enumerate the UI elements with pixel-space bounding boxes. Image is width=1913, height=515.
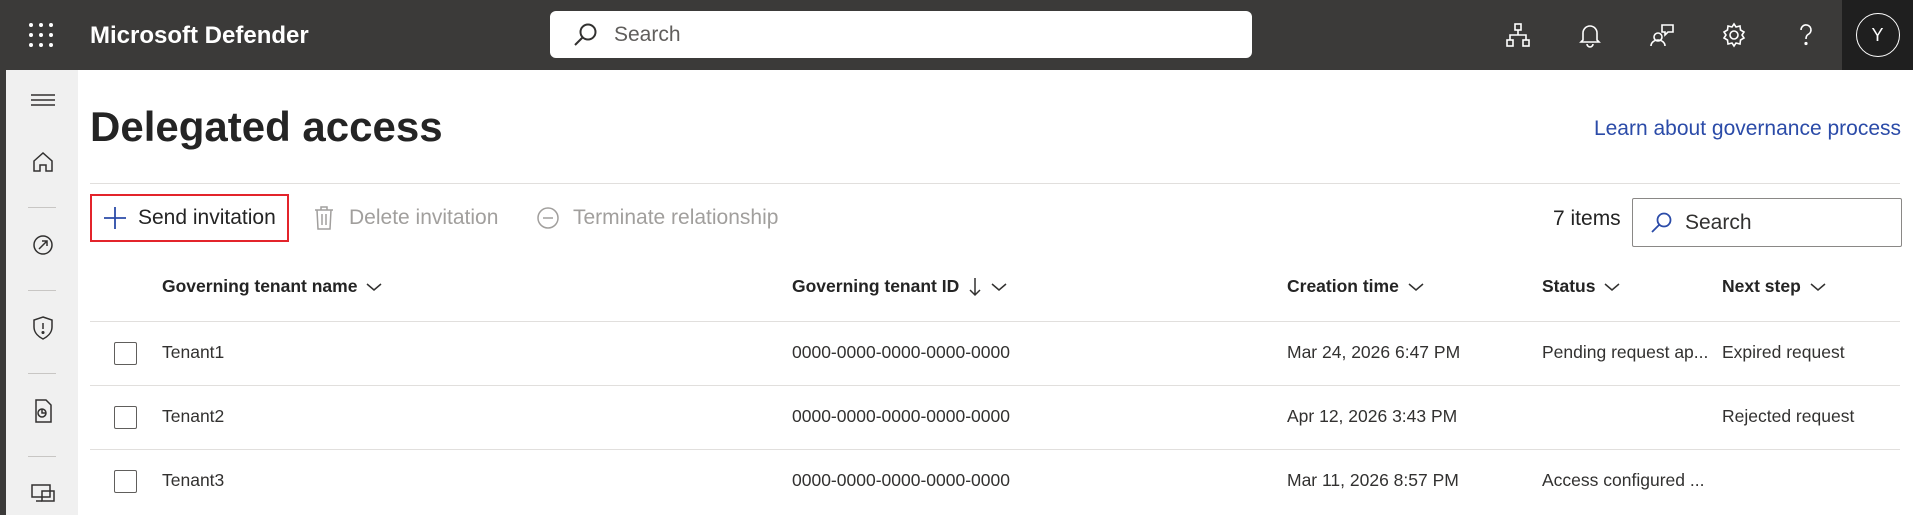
- gear-icon[interactable]: [1713, 14, 1755, 56]
- cell-next-step: Expired request: [1722, 342, 1845, 362]
- cell-tenant-name[interactable]: Tenant3: [162, 470, 224, 491]
- help-icon[interactable]: [1785, 14, 1827, 56]
- delete-invitation-button[interactable]: Delete invitation: [313, 194, 498, 242]
- cell-next-step: Rejected request: [1722, 406, 1855, 426]
- terminate-relationship-button[interactable]: Terminate relationship: [536, 194, 778, 242]
- column-header-status[interactable]: Status: [1542, 276, 1620, 297]
- cell-tenant-id: 0000-0000-0000-0000-0000: [792, 470, 1010, 490]
- block-icon: [537, 207, 559, 229]
- column-header-tenant-id[interactable]: Governing tenant ID: [792, 276, 1007, 297]
- delete-invitation-label: Delete invitation: [349, 206, 499, 229]
- cell-tenant-name[interactable]: Tenant2: [162, 406, 224, 427]
- avatar[interactable]: Y: [1855, 13, 1900, 57]
- community-icon[interactable]: [1641, 14, 1683, 56]
- page-title: Delegated access: [90, 103, 443, 150]
- chevron-down-icon: [1810, 282, 1826, 291]
- table-search-placeholder: Search: [1685, 210, 1752, 234]
- app-title[interactable]: Microsoft Defender: [90, 22, 309, 50]
- cell-status: Access configured ...: [1542, 470, 1705, 490]
- global-search-input[interactable]: Search: [550, 11, 1252, 58]
- devices-icon[interactable]: [28, 479, 58, 509]
- search-icon: [574, 23, 597, 46]
- cell-creation-time: Apr 12, 2026 3:43 PM: [1287, 406, 1458, 426]
- sort-descending-icon: [969, 277, 981, 296]
- column-header-label: Creation time: [1287, 276, 1399, 296]
- menu-icon[interactable]: [28, 85, 58, 115]
- add-icon: [104, 207, 126, 229]
- row-checkbox[interactable]: [114, 470, 137, 493]
- terminate-relationship-label: Terminate relationship: [573, 206, 779, 229]
- sidebar-divider: [28, 373, 56, 374]
- cell-tenant-id: 0000-0000-0000-0000-0000: [792, 406, 1010, 426]
- account-manager[interactable]: Y: [1842, 0, 1913, 70]
- table-row[interactable]: Tenant1 0000-0000-0000-0000-0000 Mar 24,…: [90, 321, 1900, 385]
- waffle-icon[interactable]: [27, 21, 55, 49]
- column-header-tenant-name[interactable]: Governing tenant name: [162, 276, 382, 297]
- global-search-placeholder: Search: [614, 22, 681, 46]
- row-checkbox[interactable]: [114, 406, 137, 429]
- table-row[interactable]: Tenant2 0000-0000-0000-0000-0000 Apr 12,…: [90, 385, 1900, 449]
- chevron-down-icon: [366, 282, 382, 291]
- org-chart-icon[interactable]: [1497, 14, 1539, 56]
- cell-tenant-name[interactable]: Tenant1: [162, 342, 224, 363]
- shield-icon[interactable]: [28, 313, 58, 343]
- table-search-input[interactable]: Search: [1632, 198, 1902, 247]
- incidents-icon[interactable]: [28, 230, 58, 260]
- column-header-label: Next step: [1722, 276, 1801, 296]
- table-row[interactable]: Tenant3 0000-0000-0000-0000-0000 Mar 11,…: [90, 449, 1900, 513]
- cell-creation-time: Mar 24, 2026 6:47 PM: [1287, 342, 1461, 362]
- learn-governance-link[interactable]: Learn about governance process: [1594, 117, 1901, 141]
- chevron-down-icon: [1408, 282, 1424, 291]
- sidebar-divider: [28, 207, 56, 208]
- cell-tenant-id: 0000-0000-0000-0000-0000: [792, 342, 1010, 362]
- column-header-next-step[interactable]: Next step: [1722, 276, 1826, 297]
- top-bar: Microsoft Defender Search Y: [0, 0, 1913, 70]
- reports-icon[interactable]: [28, 396, 58, 426]
- trash-icon: [315, 206, 333, 230]
- chevron-down-icon: [991, 282, 1007, 291]
- search-icon: [1651, 212, 1672, 233]
- sidebar-divider: [28, 456, 56, 457]
- cell-status: Pending request ap...: [1542, 342, 1709, 362]
- send-invitation-button[interactable]: Send invitation: [90, 194, 289, 242]
- column-header-label: Governing tenant name: [162, 276, 358, 296]
- column-header-creation-time[interactable]: Creation time: [1287, 276, 1424, 297]
- column-header-label: Status: [1542, 276, 1596, 296]
- items-count: 7 items: [1553, 207, 1621, 230]
- header-divider: [90, 183, 1900, 184]
- sidebar-divider: [28, 290, 56, 291]
- sidebar: [0, 70, 78, 515]
- cell-creation-time: Mar 11, 2026 8:57 PM: [1287, 470, 1459, 490]
- bell-icon[interactable]: [1569, 14, 1611, 56]
- row-checkbox[interactable]: [114, 342, 137, 365]
- column-header-label: Governing tenant ID: [792, 276, 960, 296]
- home-icon[interactable]: [28, 147, 58, 177]
- chevron-down-icon: [1604, 282, 1620, 291]
- send-invitation-label: Send invitation: [138, 206, 276, 229]
